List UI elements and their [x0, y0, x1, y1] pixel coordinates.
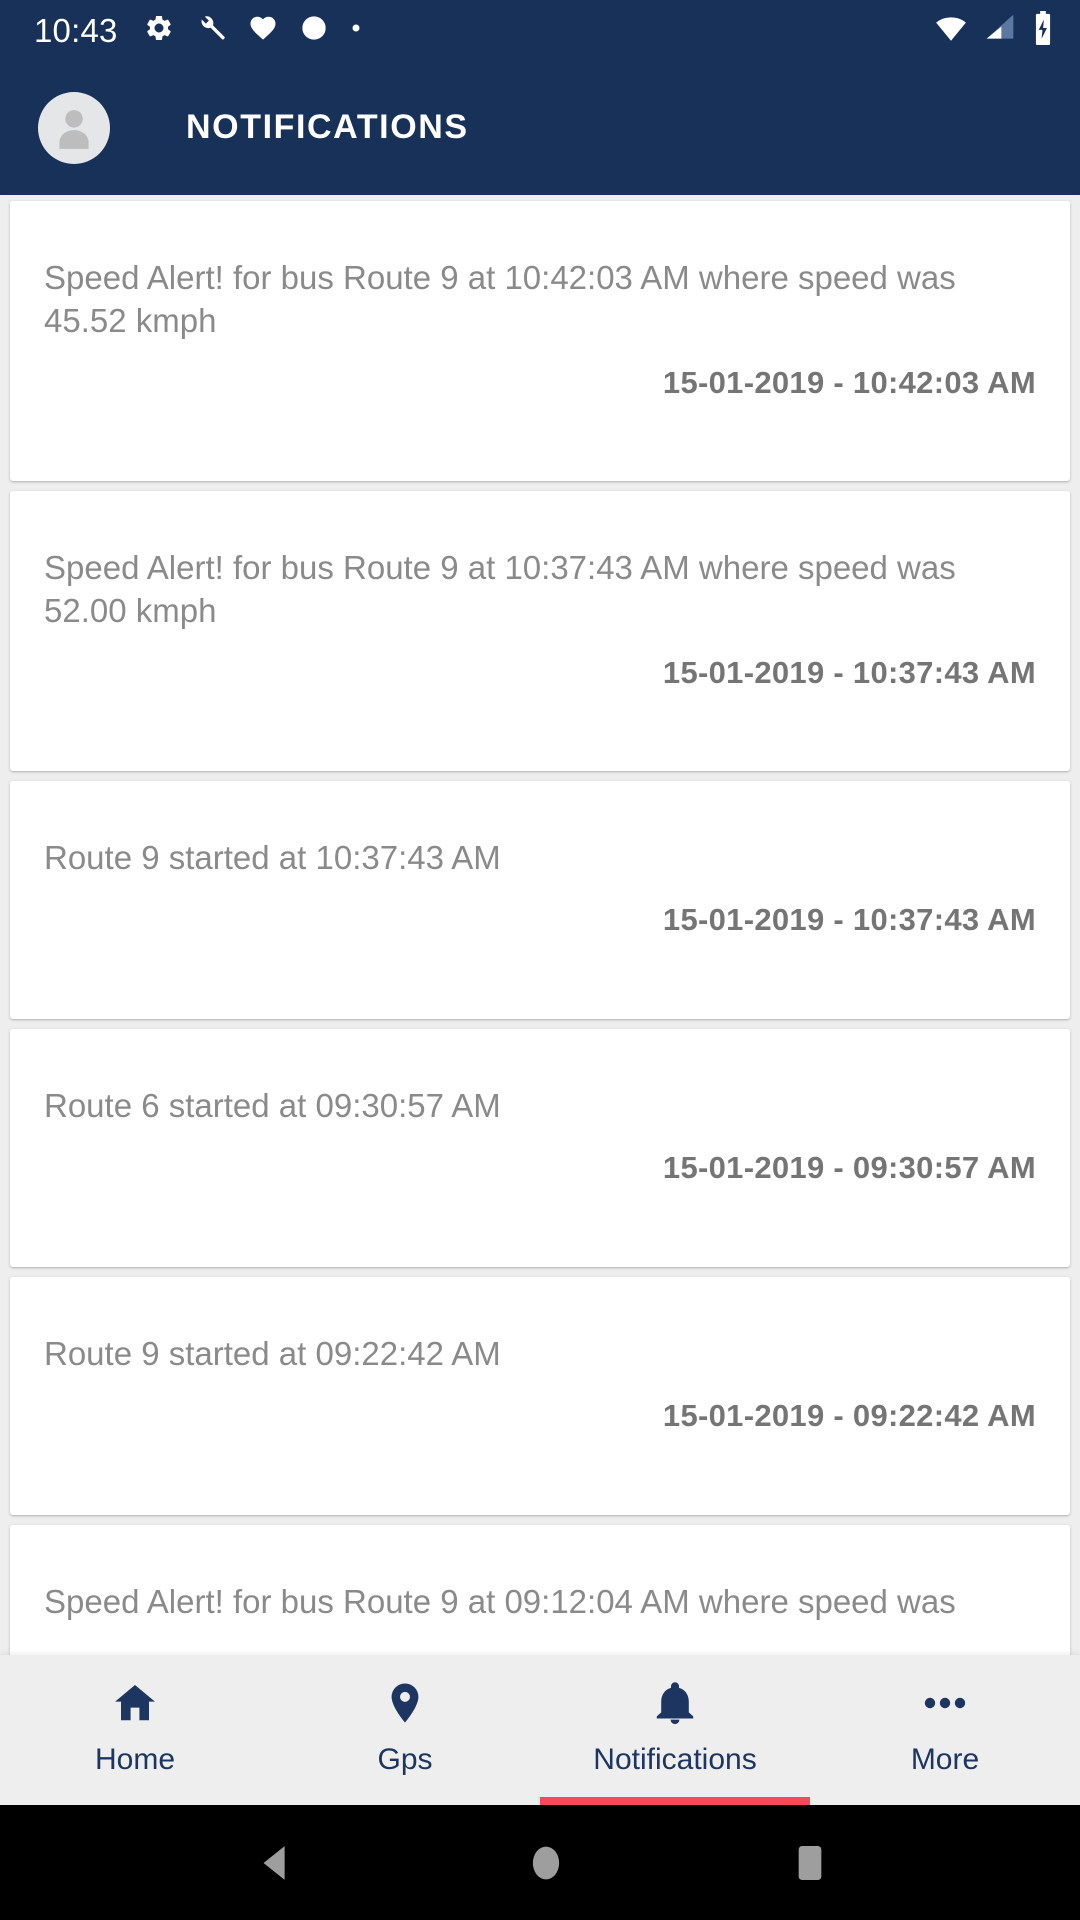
- notification-card[interactable]: Route 9 started at 09:22:42 AM 15-01-201…: [10, 1277, 1070, 1515]
- user-avatar-icon: [59, 109, 89, 149]
- recents-button[interactable]: [793, 1841, 827, 1885]
- app-root: 10:43 NOTIFICATIONS Speed Alert! for bus…: [0, 0, 1080, 1920]
- nav-item-more[interactable]: More: [810, 1655, 1080, 1805]
- bottom-navigation: Home Gps Notifications More: [0, 1655, 1080, 1805]
- dot-icon: [350, 21, 362, 39]
- cellular-signal-icon: [984, 12, 1016, 49]
- active-tab-indicator: [540, 1797, 810, 1805]
- notification-card[interactable]: Route 6 started at 09:30:57 AM 15-01-201…: [10, 1029, 1070, 1267]
- notification-message: Route 9 started at 09:22:42 AM: [44, 1335, 501, 1372]
- nav-label: Notifications: [593, 1743, 757, 1776]
- notification-message: Route 9 started at 10:37:43 AM: [44, 839, 501, 876]
- notification-timestamp: 15-01-2019 - 09:22:42 AM: [662, 1397, 1036, 1433]
- nav-label: Gps: [377, 1743, 433, 1776]
- notification-list[interactable]: Speed Alert! for bus Route 9 at 10:42:03…: [0, 195, 1080, 1655]
- nav-item-gps[interactable]: Gps: [270, 1655, 540, 1805]
- circle-icon: [300, 14, 328, 47]
- location-pin-icon: [382, 1677, 428, 1729]
- app-bar: NOTIFICATIONS: [0, 60, 1080, 195]
- notification-card[interactable]: Speed Alert! for bus Route 9 at 10:37:43…: [10, 491, 1070, 771]
- notification-timestamp: 15-01-2019 - 10:37:43 AM: [662, 901, 1036, 937]
- status-bar: 10:43: [0, 0, 1080, 60]
- notification-timestamp: 15-01-2019 - 09:30:57 AM: [662, 1149, 1036, 1185]
- back-button[interactable]: [253, 1840, 299, 1886]
- notification-timestamp: 15-01-2019 - 10:37:43 AM: [662, 654, 1036, 690]
- home-button[interactable]: [526, 1840, 566, 1886]
- square-icon: [798, 1845, 821, 1880]
- status-bar-left-icons: [144, 13, 362, 48]
- notification-card[interactable]: Speed Alert! for bus Route 9 at 09:12:04…: [10, 1525, 1070, 1655]
- gear-icon: [144, 13, 174, 48]
- nav-item-home[interactable]: Home: [0, 1655, 270, 1805]
- nav-label: More: [910, 1743, 980, 1776]
- notification-message: Route 6 started at 09:30:57 AM: [44, 1087, 501, 1124]
- heart-icon: [248, 13, 278, 48]
- notification-message: Speed Alert! for bus Route 9 at 09:12:04…: [44, 1583, 956, 1620]
- nav-label: Home: [94, 1743, 176, 1776]
- battery-charging-icon: [1032, 10, 1054, 50]
- home-icon: [112, 1677, 158, 1729]
- avatar[interactable]: [38, 91, 110, 164]
- notification-timestamp: 15-01-2019 - 10:42:03 AM: [662, 364, 1036, 400]
- more-dots-icon: [922, 1677, 968, 1729]
- notification-message: Speed Alert! for bus Route 9 at 10:37:43…: [44, 549, 956, 629]
- status-bar-right-icons: [934, 10, 1054, 50]
- nav-item-notifications[interactable]: Notifications: [540, 1655, 810, 1805]
- notification-card[interactable]: Speed Alert! for bus Route 9 at 10:42:03…: [10, 201, 1070, 481]
- wrench-icon: [196, 13, 226, 48]
- notification-card[interactable]: Route 9 started at 10:37:43 AM 15-01-201…: [10, 781, 1070, 1019]
- notification-message: Speed Alert! for bus Route 9 at 10:42:03…: [44, 259, 956, 339]
- status-bar-clock: 10:43: [34, 11, 118, 49]
- bell-icon: [652, 1677, 698, 1729]
- triangle-left-icon: [263, 1845, 285, 1880]
- android-system-nav: [0, 1805, 1080, 1920]
- wifi-icon: [934, 11, 968, 50]
- page-title: NOTIFICATIONS: [186, 108, 469, 146]
- circle-icon: [532, 1846, 560, 1879]
